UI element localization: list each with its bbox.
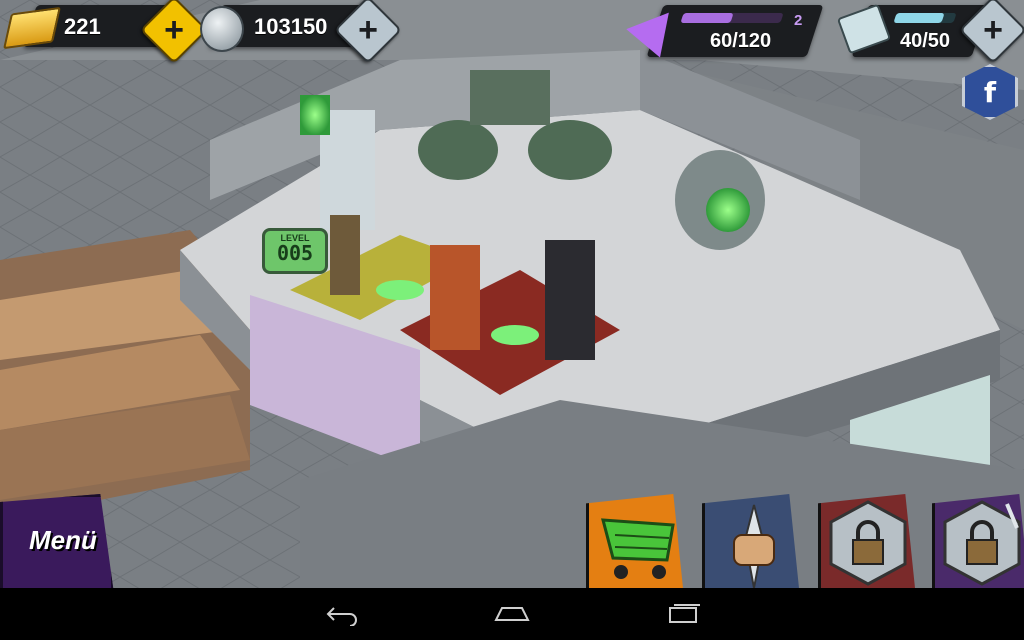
home-icon[interactable] [490,602,534,626]
locked-slot-1[interactable] [818,494,915,588]
tickets-value: 40/50 [900,30,951,52]
energy-level: 2 [794,12,803,29]
level-display[interactable]: LEVEL 005 [262,228,328,274]
coins-value: 103150 [254,14,328,39]
menu-button[interactable]: Menü [0,494,114,588]
level-value: 005 [276,241,314,265]
energy-bar-track [680,13,784,23]
silver-coins-icon [200,6,244,52]
shopping-cart-icon [601,518,675,579]
lock-icon [829,500,907,586]
back-arrow-icon[interactable] [320,602,360,626]
recent-apps-icon[interactable] [664,602,704,626]
menu-label: Menü [29,525,97,555]
ticket-bar-track [893,13,957,23]
lock-dagger-icon [943,500,1021,586]
plus-icon: + [358,11,378,49]
plus-icon: + [983,11,1003,49]
ticket-bar-fill [893,13,945,23]
plus-icon: + [164,11,184,49]
system-navigation-bar [0,588,1024,640]
game-viewport[interactable]: LEVEL 005 221 + 103150 + 2 60/120 40/50 … [0,0,1024,588]
locked-slot-2[interactable] [932,494,1024,588]
energy-bar-fill [680,13,734,23]
gold-value: 221 [64,14,101,39]
facebook-icon: f [983,75,997,109]
energy-value: 60/120 [710,30,772,52]
fist-dagger-icon [733,504,775,588]
shop-button[interactable] [586,494,683,588]
fist-dagger-button[interactable] [702,494,799,588]
